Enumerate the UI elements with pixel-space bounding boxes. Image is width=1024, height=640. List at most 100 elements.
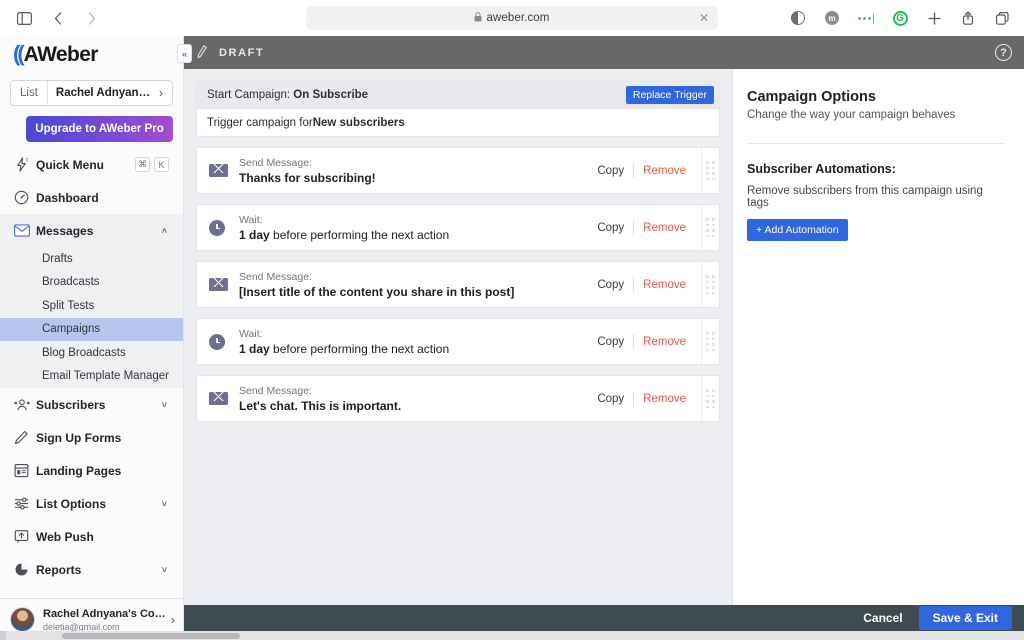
horizontal-scrollbar[interactable] (0, 631, 1024, 640)
reader-mode-icon[interactable] (788, 8, 808, 28)
step-value: 1 day (239, 341, 270, 356)
aweber-logo-text: AWeber (23, 43, 99, 66)
sidebar-item-label: Web Push (36, 529, 94, 544)
browser-toolbar: aweber.com ✕ m G (0, 0, 1024, 36)
scrollbar-thumb[interactable] (62, 633, 240, 639)
lightning-icon (14, 157, 36, 172)
drag-handle-icon[interactable] (701, 262, 719, 307)
remove-step-button[interactable]: Remove (634, 165, 695, 177)
cancel-button[interactable]: Cancel (847, 611, 918, 625)
remove-step-button[interactable]: Remove (634, 393, 695, 405)
add-automation-button[interactable]: + Add Automation (747, 219, 848, 241)
drag-handle-icon[interactable] (701, 148, 719, 193)
sidebar-toggle-icon[interactable] (14, 8, 34, 28)
close-icon[interactable]: ✕ (699, 12, 709, 24)
new-tab-icon[interactable] (924, 8, 944, 28)
account-name: Rachel Adnyana's Com… (43, 607, 167, 620)
remove-step-button[interactable]: Remove (634, 336, 695, 348)
options-subtitle: Change the way your campaign behaves (747, 109, 956, 121)
extension-icon[interactable]: m (822, 8, 842, 28)
step-actions: Copy Remove (588, 163, 701, 178)
campaign-step[interactable]: Send Message: [Insert title of the conte… (196, 261, 720, 308)
messages-subnav: Drafts Broadcasts Split Tests Campaigns … (0, 247, 183, 388)
upgrade-to-pro-button[interactable]: Upgrade to AWeber Pro (26, 116, 173, 142)
step-value: [Insert title of the content you share i… (239, 284, 515, 299)
share-icon[interactable] (958, 8, 978, 28)
list-selector-value: Rachel Adnyana's List (55, 87, 159, 99)
step-label: Send Message: (239, 270, 312, 283)
sidebar-item-email-template-manager[interactable]: Email Template Manager (0, 365, 183, 389)
subitem-label: Blog Broadcasts (42, 346, 126, 359)
campaign-step[interactable]: Wait: 1 day before performing the next a… (196, 204, 720, 251)
sidebar-item-web-push[interactable]: Web Push (0, 520, 183, 553)
copy-step-button[interactable]: Copy (588, 165, 633, 177)
drag-handle-icon[interactable] (701, 376, 719, 421)
copy-step-button[interactable]: Copy (588, 336, 633, 348)
aweber-logo[interactable]: (( AWeber (0, 36, 183, 72)
step-actions: Copy Remove (588, 277, 701, 292)
people-icon (14, 398, 36, 412)
grammarly-letter: G (892, 10, 908, 26)
campaign-step[interactable]: Send Message: Thanks for subscribing! Co… (196, 147, 720, 194)
sidebar-item-sign-up-forms[interactable]: Sign Up Forms (0, 421, 183, 454)
drag-handle-icon[interactable] (701, 319, 719, 364)
envelope-icon (209, 278, 239, 291)
chevron-up-icon: ˄ (161, 225, 167, 236)
sidebar-collapse-button[interactable]: « (177, 44, 192, 63)
sidebar-item-reports[interactable]: Reports ˅ (0, 553, 183, 586)
sidebar-item-campaigns[interactable]: Campaigns (0, 317, 183, 341)
browser-forward-icon[interactable] (82, 8, 102, 28)
sidebar-item-landing-pages[interactable]: Landing Pages (0, 454, 183, 487)
sidebar-item-dashboard[interactable]: Dashboard (0, 181, 183, 214)
step-actions: Copy Remove (588, 391, 701, 406)
envelope-icon (209, 164, 239, 177)
extension-badge-letter: m (825, 11, 839, 25)
campaign-options-panel: Campaign Options Change the way your cam… (733, 69, 1024, 605)
list-selector[interactable]: List Rachel Adnyana's List › (10, 80, 173, 106)
step-label: Wait: (239, 327, 263, 340)
replace-trigger-button[interactable]: Replace Trigger (625, 86, 714, 104)
address-bar[interactable]: aweber.com ✕ (306, 6, 718, 30)
sidebar-item-messages[interactable]: Messages ˄ (0, 214, 183, 247)
campaign-step[interactable]: Send Message: Let's chat. This is import… (196, 375, 720, 422)
upgrade-cta-wrap: Upgrade to AWeber Pro (0, 106, 183, 148)
question-mark-icon[interactable]: ? (995, 44, 1012, 61)
grammarly-icon[interactable]: G (890, 8, 910, 28)
step-label: Send Message: (239, 384, 312, 397)
sidebar-item-drafts[interactable]: Drafts (0, 247, 183, 271)
lock-icon (474, 12, 482, 24)
step-value-suffix: before performing the next action (269, 341, 450, 356)
speedometer-icon (14, 190, 36, 205)
campaign-trigger-card: Start Campaign: On Subscribe Replace Tri… (196, 81, 720, 137)
trigger-body: Trigger campaign for New subscribers (197, 109, 719, 136)
sidebar-item-subscribers[interactable]: Subscribers ˅ (0, 388, 183, 421)
more-extensions-icon[interactable] (856, 8, 876, 28)
sidebar-item-label: Landing Pages (36, 463, 122, 478)
remove-step-button[interactable]: Remove (634, 279, 695, 291)
copy-step-button[interactable]: Copy (588, 222, 633, 234)
pencil-icon[interactable] (194, 43, 210, 61)
drag-handle-icon[interactable] (701, 205, 719, 250)
envelope-icon (209, 392, 239, 405)
clock-icon (209, 219, 239, 236)
sidebar-item-list-options[interactable]: List Options ˅ (0, 487, 183, 520)
sidebar-item-label: Quick Menu (36, 157, 105, 172)
save-and-exit-button[interactable]: Save & Exit (918, 606, 1012, 630)
sidebar-item-split-tests[interactable]: Split Tests (0, 294, 183, 318)
step-label: Wait: (239, 213, 263, 226)
copy-step-button[interactable]: Copy (588, 393, 633, 405)
tabs-overview-icon[interactable] (992, 8, 1012, 28)
subitem-label: Broadcasts (42, 276, 100, 289)
campaign-step[interactable]: Wait: 1 day before performing the next a… (196, 318, 720, 365)
scrollbar-track-edge (0, 631, 6, 640)
sidebar-item-quick-menu[interactable]: Quick Menu ⌘ K (0, 148, 183, 181)
sidebar-item-label: Messages (36, 223, 94, 238)
step-actions: Copy Remove (588, 220, 701, 235)
step-value: Let's chat. This is important. (239, 398, 402, 413)
copy-step-button[interactable]: Copy (588, 279, 633, 291)
sidebar-item-label: Sign Up Forms (36, 430, 122, 445)
browser-back-icon[interactable] (48, 8, 68, 28)
remove-step-button[interactable]: Remove (634, 222, 695, 234)
sidebar-item-blog-broadcasts[interactable]: Blog Broadcasts (0, 341, 183, 365)
sidebar-item-broadcasts[interactable]: Broadcasts (0, 271, 183, 295)
